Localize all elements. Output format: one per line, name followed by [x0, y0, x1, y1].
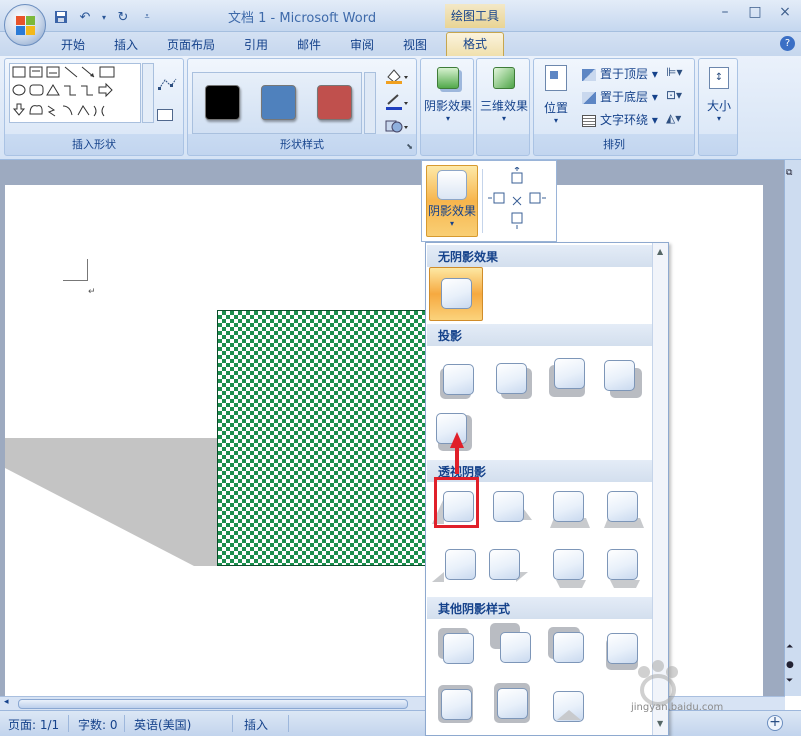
other-shadow-option-1[interactable]: [438, 628, 474, 664]
status-page[interactable]: 页面: 1/1: [8, 716, 59, 733]
perspective-shadow-preview-icon: [607, 491, 638, 522]
perspective-shadow-preview-icon: [553, 549, 584, 580]
drop-shadow-preview-icon: [443, 364, 474, 395]
perspective-shadow-preview-icon: [489, 549, 520, 580]
other-shadow-option-5[interactable]: [436, 683, 473, 723]
no-shadow-preview-icon: [441, 278, 472, 309]
status-insert-mode[interactable]: 插入: [244, 716, 268, 733]
no-shadow-option[interactable]: [429, 267, 483, 321]
section-other-shadow: 其他阴影样式: [427, 597, 652, 619]
section-no-shadow: 无阴影效果: [427, 245, 652, 267]
scroll-up-icon[interactable]: ▲: [657, 247, 663, 256]
scroll-left-icon[interactable]: ◂: [4, 697, 9, 707]
watermark-url: jingyan.baidu.com: [631, 702, 724, 713]
office-logo-icon: [16, 16, 36, 36]
shadow-effects-preview-icon: [437, 170, 467, 200]
drop-shadow-option-3[interactable]: [548, 355, 585, 397]
perspective-shadow-option-5[interactable]: [432, 544, 476, 582]
drop-shadow-option-1[interactable]: [438, 359, 474, 399]
perspective-shadow-preview-icon: [607, 549, 638, 580]
zoom-in-button[interactable]: +: [767, 715, 783, 731]
other-shadow-preview-icon: [497, 688, 528, 719]
drop-shadow-preview-icon: [554, 358, 585, 389]
scroll-down-icon[interactable]: ▼: [657, 719, 663, 728]
red-annotation-arrow-icon: [450, 432, 464, 474]
perspective-shadow-option-2[interactable]: [488, 486, 532, 522]
other-shadow-option-2[interactable]: [490, 623, 531, 663]
drop-shadow-preview-icon: [496, 363, 527, 394]
shadow-effects-popup-toolbar: 阴影效果 ▾: [421, 160, 557, 242]
other-shadow-option-7[interactable]: [548, 686, 584, 722]
previous-page-icon[interactable]: ⏶: [786, 642, 793, 652]
other-shadow-preview-icon: [500, 632, 531, 663]
horizontal-scroll-thumb[interactable]: [18, 699, 408, 709]
other-shadow-preview-icon: [553, 632, 584, 663]
select-browse-object-icon[interactable]: ●: [786, 660, 794, 670]
status-language[interactable]: 英语(美国): [134, 716, 191, 733]
selected-option-highlight: [434, 477, 479, 528]
perspective-shadow-preview-icon: [493, 491, 524, 522]
perspective-shadow-option-6[interactable]: [484, 544, 528, 582]
shadow-nudge-icons[interactable]: [486, 167, 552, 237]
perspective-shadow-preview-icon: [445, 549, 476, 580]
other-shadow-option-6[interactable]: [492, 681, 530, 723]
office-button[interactable]: [4, 4, 46, 46]
perspective-shadow-option-8[interactable]: [602, 544, 640, 588]
perspective-shadow-option-4[interactable]: [602, 486, 644, 528]
perspective-shadow-option-3[interactable]: [548, 486, 590, 528]
shadow-effects-active-button[interactable]: 阴影效果 ▾: [426, 165, 478, 237]
next-page-icon[interactable]: ⏷: [786, 676, 793, 686]
perspective-shadow-preview-icon: [553, 491, 584, 522]
other-shadow-option-3[interactable]: [548, 627, 584, 663]
checkered-rectangle-shape[interactable]: [217, 310, 427, 566]
dropdown-arrow-icon: ▾: [449, 219, 454, 228]
status-word-count[interactable]: 字数: 0: [78, 716, 118, 733]
other-shadow-preview-icon: [441, 689, 472, 720]
drop-shadow-preview-icon: [604, 360, 635, 391]
drop-shadow-option-2[interactable]: [492, 359, 532, 399]
perspective-shadow-option-7[interactable]: [548, 544, 586, 588]
drop-shadow-option-4[interactable]: [602, 356, 642, 398]
view-ruler-icon[interactable]: ⧉: [786, 168, 792, 178]
section-drop-shadow: 投影: [427, 324, 652, 346]
shadow-effects-active-label: 阴影效果: [427, 204, 476, 218]
other-shadow-preview-icon: [443, 633, 474, 664]
